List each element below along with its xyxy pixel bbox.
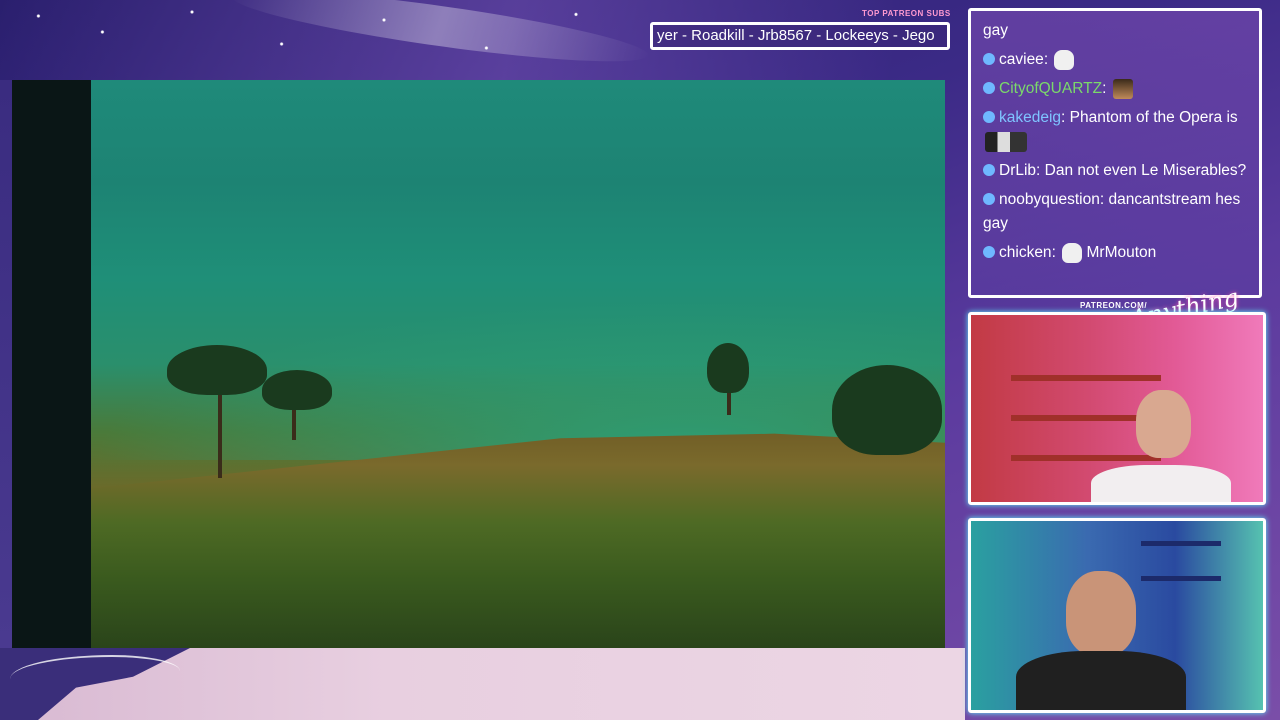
chat-username[interactable]: CityofQUARTZ xyxy=(999,80,1102,97)
chat-message: chicken: MrMouton xyxy=(983,241,1249,265)
chat-badge-icon xyxy=(983,192,995,205)
chat-badge-icon xyxy=(983,81,995,94)
ticker-label: TOP PATREON SUBS xyxy=(862,9,951,18)
tree xyxy=(707,343,749,393)
chat-username[interactable]: caviee xyxy=(999,51,1044,68)
shelf xyxy=(1141,576,1221,581)
video-letterbox xyxy=(12,80,91,648)
tree xyxy=(167,345,267,395)
chat-message: caviee: xyxy=(983,48,1249,72)
chat-message-text: MrMouton xyxy=(1086,244,1157,261)
webcam-bottom xyxy=(968,518,1266,713)
chat-message: gay xyxy=(983,19,1249,43)
streamer-head xyxy=(1066,571,1136,656)
face-emote-icon xyxy=(1112,78,1133,99)
shelf xyxy=(1011,455,1161,461)
streamer-body xyxy=(1016,651,1186,710)
streamer-head xyxy=(1136,390,1191,458)
shelf xyxy=(1141,541,1221,546)
chat-message-text: Dan not even Le Miserables? xyxy=(1044,162,1247,179)
chat-badge-icon xyxy=(983,163,995,176)
chat-badge-icon xyxy=(983,110,995,123)
chat-message: CityofQUARTZ: xyxy=(983,77,1249,101)
chat-username[interactable]: kakedeig xyxy=(999,109,1061,126)
patreon-ticker: yer - Roadkill - Jrb8567 - Lockeeys - Je… xyxy=(650,22,950,50)
cat-emote-icon xyxy=(1062,242,1083,263)
chat-panel: gay caviee: CityofQUARTZ: kakedeig: Phan… xyxy=(968,8,1262,298)
tree xyxy=(262,370,332,410)
streamer-body xyxy=(1091,465,1231,502)
chat-badge-icon xyxy=(983,245,995,258)
chat-message-text: gay xyxy=(983,22,1008,39)
chat-message: DrLib: Dan not even Le Miserables? xyxy=(983,159,1249,183)
chat-username[interactable]: noobyquestion xyxy=(999,191,1100,208)
chat-username[interactable]: chicken xyxy=(999,244,1052,261)
chat-message: kakedeig: Phantom of the Opera is xyxy=(983,106,1249,154)
left-border xyxy=(0,80,12,650)
chat-badge-icon xyxy=(983,52,995,65)
chat-message-text: Phantom of the Opera is xyxy=(1069,109,1238,126)
cat-emote-icon xyxy=(1054,49,1075,70)
chat-username[interactable]: DrLib xyxy=(999,162,1036,179)
webcam-top xyxy=(968,312,1266,505)
video-player[interactable] xyxy=(12,80,945,648)
tree-cluster xyxy=(832,365,942,455)
strip-emote-icon xyxy=(985,131,1027,152)
chat-message: noobyquestion: dancantstream hes gay xyxy=(983,191,1241,232)
shelf xyxy=(1011,375,1161,381)
